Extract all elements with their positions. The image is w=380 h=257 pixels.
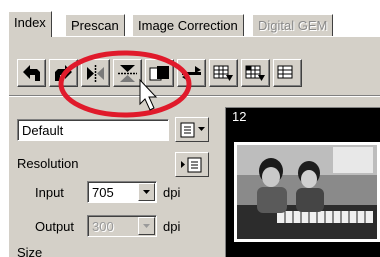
flip-horizontal-icon xyxy=(87,64,104,82)
output-resolution-value: 300 xyxy=(92,219,114,234)
tab-digital-gem: Digital GEM xyxy=(252,14,334,36)
chevron-down-icon xyxy=(143,223,150,228)
grid-select-icon xyxy=(213,65,233,81)
flip-vertical-icon xyxy=(118,64,137,82)
main-panel: Default Resolution Input 705 dpi Output … xyxy=(8,36,380,257)
input-resolution-combo[interactable]: 705 xyxy=(87,181,157,203)
tab-prescan-label: Prescan xyxy=(71,18,119,33)
tab-image-correction-label: Image Correction xyxy=(138,18,238,33)
preset-menu-button[interactable] xyxy=(175,117,209,142)
tab-index[interactable]: Index xyxy=(8,11,52,37)
swap-button[interactable] xyxy=(177,59,206,87)
rotate-right-icon xyxy=(55,64,72,81)
tab-image-correction[interactable]: Image Correction xyxy=(132,14,244,36)
chevron-right-icon xyxy=(181,161,185,168)
grid-select-alt-icon xyxy=(245,65,265,81)
resolution-label: Resolution xyxy=(17,156,79,171)
frame-invert-button[interactable] xyxy=(145,59,174,87)
chevron-down-icon xyxy=(143,189,150,194)
toolbar xyxy=(17,53,302,95)
chevron-down-icon xyxy=(197,127,205,131)
frame-invert-icon xyxy=(149,65,169,80)
grid-select-alt-button[interactable] xyxy=(241,59,270,87)
output-resolution-label: Output xyxy=(35,219,75,234)
output-resolution-dropdown xyxy=(138,217,155,235)
list-menu-icon xyxy=(187,157,202,172)
size-label: Size xyxy=(17,245,43,257)
resolution-menu-button[interactable] xyxy=(175,152,209,177)
tab-prescan[interactable]: Prescan xyxy=(65,14,125,36)
preset-value: Default xyxy=(22,123,64,138)
input-resolution-dropdown[interactable] xyxy=(138,183,155,201)
list-menu-icon xyxy=(180,122,194,137)
output-resolution-combo: 300 xyxy=(87,215,157,237)
input-unit-label: dpi xyxy=(163,185,181,200)
rotate-left-button[interactable] xyxy=(17,59,46,87)
tab-index-label: Index xyxy=(14,15,46,30)
grid-select-more-button[interactable] xyxy=(273,59,302,87)
thumbnail-area: 12 xyxy=(225,107,380,257)
grid-select-more-icon xyxy=(277,65,293,78)
preset-field[interactable]: Default xyxy=(17,119,169,141)
flip-vertical-button[interactable] xyxy=(113,59,142,87)
swap-icon xyxy=(182,65,201,81)
tab-bar: Index Prescan Image Correction Digital G… xyxy=(8,10,380,37)
output-unit-label: dpi xyxy=(163,219,181,234)
rotate-left-icon xyxy=(23,64,40,81)
input-resolution-value: 705 xyxy=(92,185,114,200)
frame-number: 12 xyxy=(232,109,247,124)
frame-thumbnail[interactable] xyxy=(234,142,380,242)
photo-image xyxy=(237,145,377,239)
tab-digital-gem-label: Digital GEM xyxy=(258,18,328,33)
settings-pane: Default Resolution Input 705 dpi Output … xyxy=(9,97,221,257)
rotate-right-button[interactable] xyxy=(49,59,78,87)
grid-select-button[interactable] xyxy=(209,59,238,87)
input-resolution-label: Input xyxy=(35,185,64,200)
flip-horizontal-button[interactable] xyxy=(81,59,110,87)
